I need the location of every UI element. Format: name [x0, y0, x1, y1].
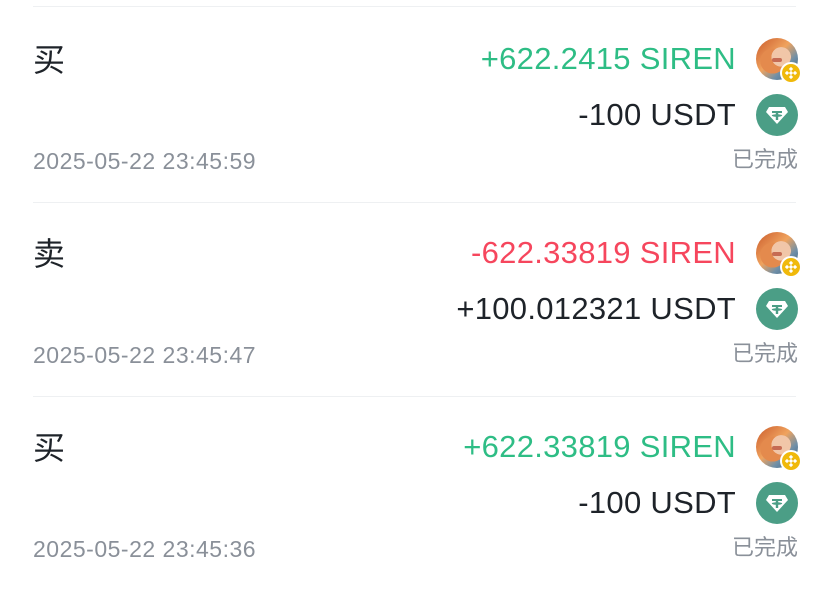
quote-amount: -100 USDT	[578, 97, 736, 132]
base-amount-row: +622.33819 SIREN	[463, 426, 802, 472]
siren-token-icon	[756, 232, 802, 278]
usdt-icon	[756, 288, 798, 330]
base-amount-row: +622.2415 SIREN	[480, 38, 802, 84]
trade-side-label: 卖	[33, 235, 66, 273]
transaction-time: 2025-05-22 23:45:59	[33, 148, 257, 174]
base-amount: +622.33819 SIREN	[463, 429, 736, 464]
base-amount: +622.2415 SIREN	[480, 41, 736, 76]
transaction-item[interactable]: 买 +622.33819 SIREN -100 USDT 2025-05-22 …	[0, 396, 829, 590]
bnb-chain-badge-icon	[780, 62, 802, 84]
quote-amount-row: -100 USDT	[578, 94, 798, 136]
status-label: 已完成	[731, 536, 798, 561]
base-amount-row: -622.33819 SIREN	[470, 232, 802, 278]
trade-side-label: 买	[33, 429, 66, 467]
siren-token-icon	[756, 38, 802, 84]
quote-amount-row: -100 USDT	[578, 482, 798, 524]
top-divider	[33, 6, 796, 7]
status-label: 已完成	[731, 148, 798, 173]
base-amount: -622.33819 SIREN	[470, 235, 736, 270]
quote-amount-row: +100.012321 USDT	[456, 288, 798, 330]
quote-amount: -100 USDT	[578, 485, 736, 520]
transaction-item[interactable]: 买 +622.2415 SIREN -100 USDT 2025-05-22 2…	[0, 8, 829, 202]
bnb-chain-badge-icon	[780, 256, 802, 278]
status-label: 已完成	[731, 342, 798, 367]
trade-side-label: 买	[33, 41, 66, 79]
transaction-item[interactable]: 卖 -622.33819 SIREN +100.012321 USDT 2025…	[0, 202, 829, 396]
usdt-icon	[756, 482, 798, 524]
usdt-icon	[756, 94, 798, 136]
quote-amount: +100.012321 USDT	[456, 291, 736, 326]
siren-token-icon	[756, 426, 802, 472]
transaction-list: 买 +622.2415 SIREN -100 USDT 2025-05-22 2…	[0, 8, 829, 590]
bnb-chain-badge-icon	[780, 450, 802, 472]
transaction-time: 2025-05-22 23:45:47	[33, 342, 257, 368]
transaction-time: 2025-05-22 23:45:36	[33, 536, 257, 562]
